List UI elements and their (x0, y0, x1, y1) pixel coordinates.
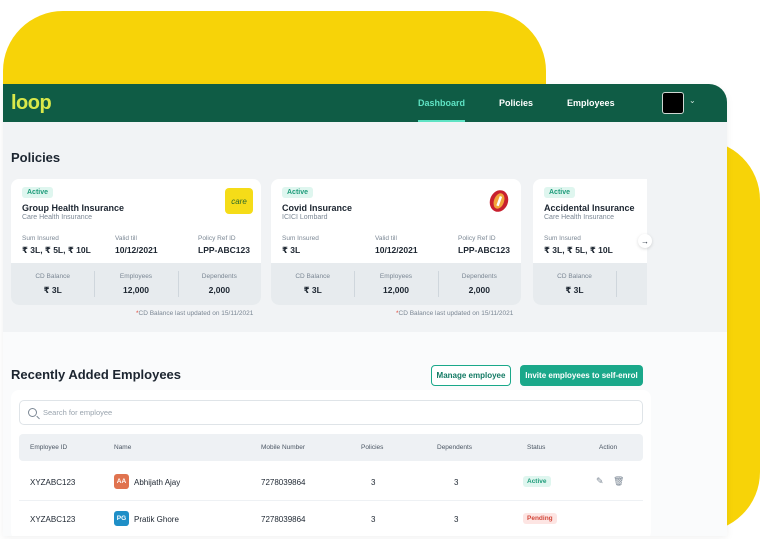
employee-mobile: 7278039864 (261, 515, 306, 524)
edit-icon[interactable]: ✎ (596, 476, 604, 487)
policy-card[interactable]: Active Accidental Insurance Care Health … (533, 179, 647, 305)
sum-insured-value: ₹ 3L, ₹ 5L, ₹ 10L (544, 245, 613, 255)
employee-id: XYZABC123 (30, 515, 76, 524)
policy-name: Group Health Insurance (22, 203, 125, 213)
user-avatar[interactable] (662, 92, 684, 114)
arrow-right-icon: → (641, 236, 649, 246)
col-employee-id: Employee ID (30, 444, 68, 451)
employees-label: Employees (119, 273, 153, 280)
employee-dependents: 3 (454, 478, 459, 487)
dependents-value: 2,000 (468, 285, 490, 295)
policies-title: Policies (11, 150, 61, 165)
icici-insurer-logo-icon (485, 188, 513, 214)
cd-balance-value: ₹ 3L (303, 285, 322, 295)
status-badge: Active (544, 187, 576, 198)
policy-card[interactable]: Active Covid Insurance ICICI Lombard Sum… (271, 179, 521, 305)
carousel-next-button[interactable]: → (638, 234, 652, 248)
dependents-label: Dependents (201, 273, 237, 280)
status-badge: Pending (523, 513, 557, 524)
care-insurer-logo-icon: care (225, 188, 253, 214)
status-badge: Active (22, 187, 54, 198)
table-row[interactable]: XYZABC123 PG Pratik Ghore 7278039864 3 3… (19, 501, 643, 536)
employee-name: Pratik Ghore (134, 515, 179, 524)
manage-employee-button[interactable]: Manage employee (431, 365, 511, 386)
search-employee-input[interactable]: Search for employee (19, 400, 643, 425)
col-dependents: Dependents (437, 444, 473, 451)
employee-id: XYZABC123 (30, 478, 76, 487)
dependents-value: 2,000 (208, 285, 230, 295)
dependents-label: Dependents (461, 273, 497, 280)
cd-balance-label: CD Balance (35, 273, 70, 280)
employee-dependents: 3 (454, 515, 459, 524)
valid-till-value: 10/12/2021 (115, 245, 158, 255)
chevron-down-icon[interactable]: ⌄ (689, 96, 696, 105)
cd-balance-value: ₹ 3L (43, 285, 62, 295)
cd-balance-value: ₹ 3L (565, 285, 584, 295)
valid-till-label: Valid till (115, 235, 137, 242)
sum-insured-label: Sum Insured (282, 235, 319, 242)
card-footer-stats: CD Balance ₹ 3L Employees 12,000 Dependent… (11, 263, 261, 305)
nav-link-employees[interactable]: Employees (567, 84, 615, 122)
avatar: AA (114, 474, 129, 489)
card-footer-stats: CD Balance ₹ 3L (533, 263, 647, 305)
nav-link-policies[interactable]: Policies (499, 84, 533, 122)
policy-ref-value: LPP-ABC123 (198, 245, 250, 255)
table-header: Employee ID Name Mobile Number Policies … (19, 434, 643, 461)
col-mobile: Mobile Number (261, 444, 306, 451)
nav-link-dashboard[interactable]: Dashboard (418, 84, 466, 122)
employees-label: Employees (379, 273, 413, 280)
col-status: Status (527, 444, 546, 451)
employees-value: 12,000 (122, 285, 149, 295)
policy-cards-carousel: Active Group Health Insurance Care Healt… (11, 179, 647, 305)
sum-insured-value: ₹ 3L, ₹ 5L, ₹ 10L (22, 245, 91, 255)
loop-logo: loop (11, 91, 52, 114)
card-footer-stats: CD Balance ₹ 3L Employees 12,000 Dependent… (271, 263, 521, 305)
nav-links: Dashboard Policies Employees (418, 84, 649, 122)
cd-balance-label: CD Balance (295, 273, 330, 280)
col-name: Name (114, 444, 132, 451)
employee-name: Abhijath Ajay (134, 478, 181, 487)
sum-insured-value: ₹ 3L (282, 245, 301, 255)
sum-insured-label: Sum Insured (544, 235, 581, 242)
insurer-name: ICICI Lombard (282, 214, 328, 221)
employees-table-panel: Search for employee Employee ID Name Mob… (11, 390, 651, 536)
status-badge: Active (523, 476, 551, 487)
search-icon (28, 408, 37, 417)
cd-balance-note: *CD Balance last updated on 15/11/2021 (396, 310, 514, 317)
policy-ref-label: Policy Ref ID (198, 235, 236, 242)
valid-till-label: Valid till (375, 235, 397, 242)
employee-policies: 3 (371, 478, 376, 487)
invite-employees-button[interactable]: Invite employees to self-enrol (520, 365, 643, 386)
sum-insured-label: Sum Insured (22, 235, 59, 242)
policy-ref-value: LPP-ABC123 (458, 245, 510, 255)
policy-name: Accidental Insurance (544, 203, 635, 213)
policy-name: Covid Insurance (282, 203, 353, 213)
status-badge: Active (282, 187, 314, 198)
cd-balance-note: *CD Balance last updated on 15/11/2021 (136, 310, 254, 317)
table-row[interactable]: XYZABC123 AA Abhijath Ajay 7278039864 3 … (19, 464, 643, 500)
employee-mobile: 7278039864 (261, 478, 306, 487)
insurer-name: Care Health Insurance (22, 214, 93, 221)
insurer-name: Care Health Insurance (544, 214, 615, 221)
app-window: loop Dashboard Policies Employees ⌄ Poli… (3, 84, 727, 536)
employees-value: 12,000 (382, 285, 409, 295)
search-placeholder: Search for employee (43, 408, 113, 417)
cd-balance-label: CD Balance (557, 273, 592, 280)
col-action: Action (599, 444, 618, 451)
delete-icon[interactable]: 🗑 (613, 476, 624, 487)
avatar: PG (114, 511, 129, 526)
recent-employees-title: Recently Added Employees (11, 367, 182, 382)
policy-ref-label: Policy Ref ID (458, 235, 496, 242)
policy-card[interactable]: Active Group Health Insurance Care Healt… (11, 179, 261, 305)
col-policies: Policies (361, 444, 384, 451)
top-navbar: loop Dashboard Policies Employees ⌄ (3, 84, 727, 122)
employee-policies: 3 (371, 515, 376, 524)
valid-till-value: 10/12/2021 (375, 245, 418, 255)
